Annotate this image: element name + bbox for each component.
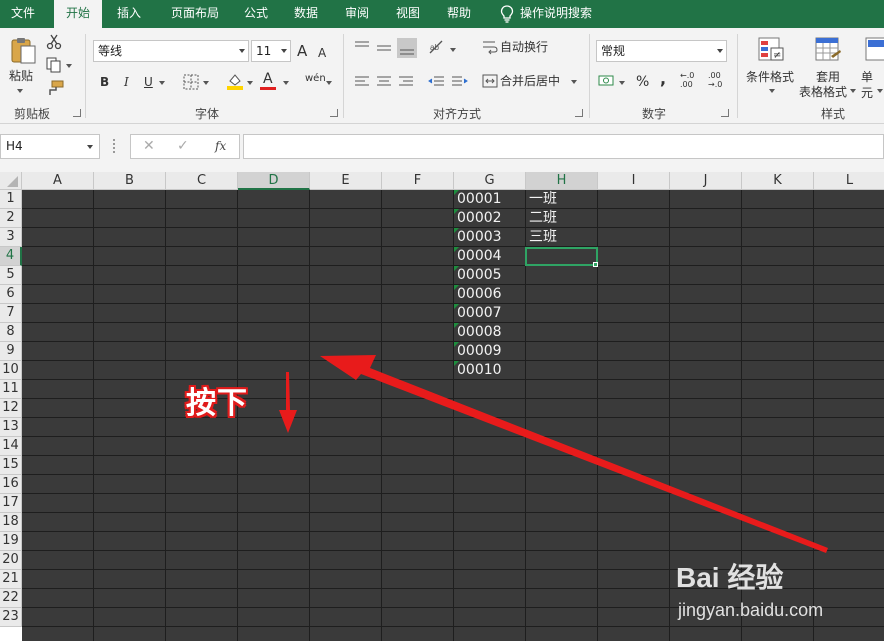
excel-window: 文件 开始 插入 页面布局 公式 数据 审阅 视图 帮助 操作说明搜索 粘贴 剪… xyxy=(0,0,884,641)
watermark-url: jingyan.baidu.com xyxy=(678,600,824,620)
down-arrow xyxy=(279,372,297,433)
diagonal-arrow xyxy=(320,355,828,553)
watermark-main: Bai 经验 xyxy=(676,562,784,593)
annotation-arrows xyxy=(279,355,828,553)
annotation-text: 按下 xyxy=(186,386,248,421)
